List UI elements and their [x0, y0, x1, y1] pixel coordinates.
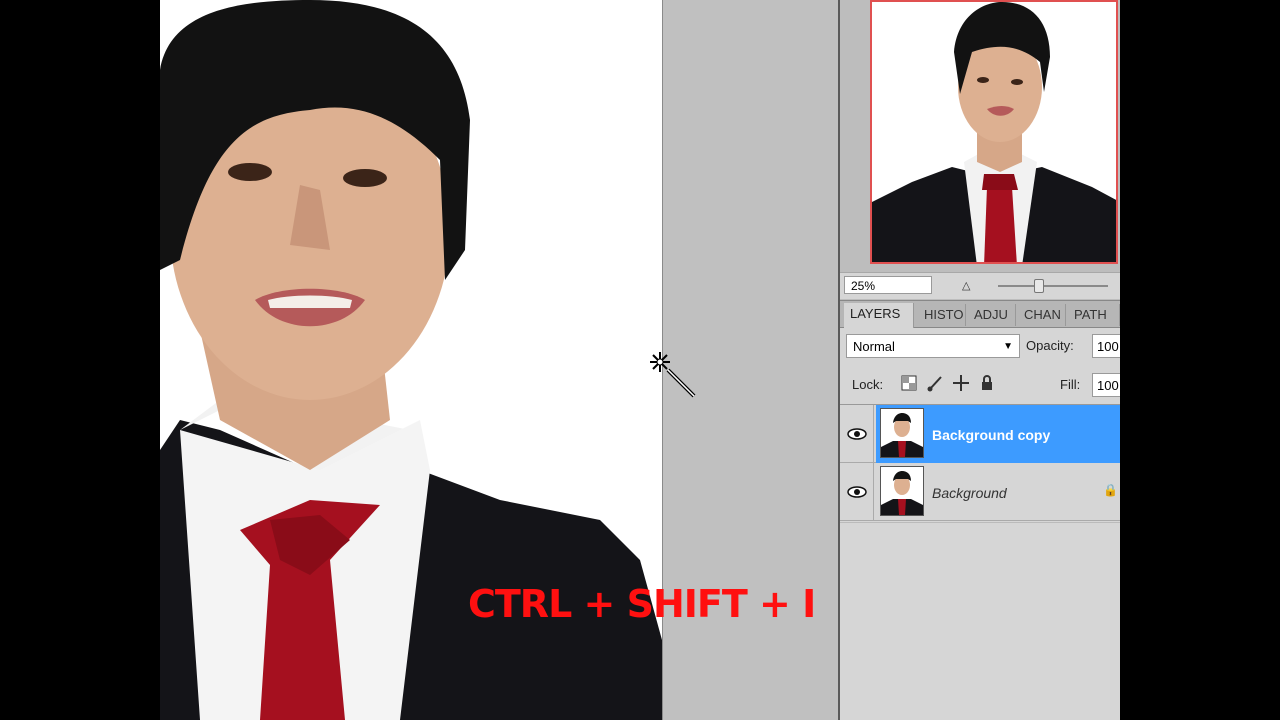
layer-main[interactable]: Background 🔒 — [876, 463, 1120, 521]
navigator-thumbnail[interactable] — [870, 0, 1118, 264]
zoom-out-icon[interactable]: △ — [962, 279, 970, 292]
layer-visibility-toggle[interactable] — [844, 463, 874, 521]
checker-lock-icon[interactable] — [900, 374, 918, 392]
layer-thumbnail — [880, 408, 924, 458]
padlock-icon: 🔒 — [1103, 483, 1118, 497]
padlock-icon[interactable] — [978, 374, 996, 392]
layer-visibility-toggle[interactable] — [844, 405, 874, 463]
application-frame: CTRL + SHIFT + I 25% △ LAYERS HISTO ADJU… — [160, 0, 1120, 720]
layer-name[interactable]: Background — [932, 485, 1007, 501]
right-panels: 25% △ LAYERS HISTO ADJU CHAN PATH Normal… — [840, 0, 1120, 720]
panel-tabs: LAYERS HISTO ADJU CHAN PATH — [840, 300, 1120, 328]
zoom-level-field[interactable]: 25% — [844, 276, 932, 294]
tab-history[interactable]: HISTO — [918, 304, 966, 326]
opacity-label: Opacity: — [1026, 338, 1074, 353]
shortcut-overlay-text: CTRL + SHIFT + I — [468, 582, 816, 626]
tab-adjustments[interactable]: ADJU — [968, 304, 1016, 326]
tab-paths[interactable]: PATH — [1068, 304, 1120, 326]
brush-lock-icon[interactable] — [926, 374, 944, 392]
layer-row-background-copy[interactable]: Background copy — [840, 405, 1120, 463]
chevron-down-icon: ▼ — [1003, 341, 1013, 352]
layers-panel-empty-area[interactable] — [840, 522, 1120, 720]
fill-label: Fill: — [1060, 377, 1081, 392]
tab-channels[interactable]: CHAN — [1018, 304, 1066, 326]
zoom-slider-handle[interactable] — [1034, 279, 1044, 293]
tab-layers[interactable]: LAYERS — [844, 303, 914, 328]
blend-mode-select[interactable]: Normal ▼ — [846, 334, 1020, 358]
layer-thumbnail — [880, 466, 924, 516]
navigator-zoom-row: 25% △ — [840, 272, 1120, 299]
eye-icon — [847, 428, 867, 440]
eye-icon — [847, 486, 867, 498]
layer-row-background[interactable]: Background 🔒 — [840, 463, 1120, 521]
magic-wand-icon — [650, 352, 696, 398]
layers-list: Background copy Background 🔒 — [840, 404, 1120, 523]
opacity-field[interactable]: 100 — [1092, 334, 1120, 358]
navigator-preview-image — [872, 2, 1116, 262]
navigator-panel — [840, 0, 1120, 300]
layer-main[interactable]: Background copy — [876, 405, 1120, 463]
lock-label: Lock: — [852, 377, 884, 392]
zoom-slider-track[interactable] — [998, 285, 1108, 287]
fill-field[interactable]: 100 — [1092, 373, 1120, 397]
layer-name[interactable]: Background copy — [932, 427, 1050, 443]
move-lock-icon[interactable] — [952, 374, 970, 392]
blend-mode-value: Normal — [853, 339, 895, 354]
